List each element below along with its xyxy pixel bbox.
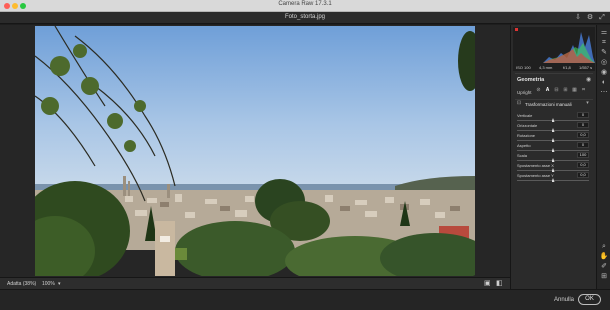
manual-transform-header[interactable]: Trasformazioni manuali — [525, 102, 572, 107]
shutter-readout: 1/557 s — [579, 65, 593, 70]
fit-zoom-button[interactable]: Adatta (38%) — [7, 280, 36, 288]
healing-icon[interactable]: ✎ — [599, 49, 609, 57]
slider-label: Verticale — [517, 113, 533, 118]
slider-value-input[interactable]: 0,0 — [577, 172, 589, 178]
ok-button[interactable]: OK — [578, 294, 601, 305]
dialog-footer: Annulla OK — [0, 289, 610, 310]
window-titlebar: Camera Raw 17.3.1 — [0, 0, 610, 12]
upright-label: Upright — [517, 90, 532, 95]
edit-icon[interactable]: ⚌ — [599, 29, 609, 37]
zoom-bar: Adatta (38%) 100% ▾ ▣ ◧ — [0, 277, 510, 289]
slider-value-input[interactable]: 100 — [577, 152, 589, 158]
upright-off-icon[interactable]: ⊘ — [535, 87, 542, 94]
slider-value-input[interactable]: 0 — [577, 122, 589, 128]
zoom-icon[interactable]: ⌕ — [599, 243, 609, 251]
save-icon[interactable]: ⇩ — [574, 14, 582, 22]
file-bar: Foto_storta.jpg ⇩ ⚙ ⤢ — [0, 12, 610, 24]
cancel-button[interactable]: Annulla — [554, 297, 574, 303]
zoom-dropdown-icon[interactable]: ▾ — [58, 280, 61, 288]
divider — [515, 73, 593, 74]
slider-label: Orizzontale — [517, 123, 538, 128]
histogram-graph — [543, 32, 595, 63]
slider-row: Spostamento asse Y 0,0 — [517, 172, 589, 183]
slider-value-input[interactable]: 0 — [577, 142, 589, 148]
aperture-readout: f/1,8 — [563, 65, 571, 70]
iso-readout: ISO 100 — [516, 65, 531, 70]
upright-auto-icon[interactable]: A — [544, 87, 551, 94]
transform-icon: ⊡ — [516, 100, 522, 106]
geometry-section-title[interactable]: Geometria — [517, 77, 544, 83]
upright-level-icon[interactable]: ⊟ — [553, 87, 560, 94]
slider-value-input[interactable]: 0,0 — [577, 162, 589, 168]
photo-preview[interactable] — [35, 26, 475, 276]
redeye-icon[interactable]: ◉ — [599, 69, 609, 77]
grid-icon[interactable]: ⊞ — [599, 273, 609, 281]
before-after-icon[interactable]: ◧ — [496, 280, 503, 288]
divider — [515, 99, 593, 100]
compare-icon[interactable]: ▣ — [484, 280, 491, 288]
edit-panel: ISO 100 4,3 mm f/1,8 1/557 s Geometria ◉… — [510, 25, 596, 289]
sampler-icon[interactable]: ✐ — [599, 263, 609, 271]
upright-guided-icon[interactable]: ⌗ — [580, 87, 587, 94]
mask-icon[interactable]: ◎ — [599, 59, 609, 67]
slider-label: Rotazione — [517, 133, 536, 138]
chevron-down-icon[interactable]: ▾ — [584, 100, 591, 107]
slider-label: Spostamento asse X — [517, 163, 554, 168]
app-title: Camera Raw 17.3.1 — [278, 1, 332, 7]
zoom-100-button[interactable]: 100% — [42, 280, 55, 288]
hand-icon[interactable]: ✋ — [599, 253, 609, 261]
crop-icon[interactable]: ⌗ — [599, 39, 609, 47]
barcelona-photo — [35, 26, 475, 276]
more-icon[interactable]: ⋯ — [599, 89, 609, 97]
image-canvas[interactable] — [0, 25, 510, 277]
slider-label: Spostamento asse Y — [517, 173, 554, 178]
histogram: ISO 100 4,3 mm f/1,8 1/557 s — [513, 27, 595, 71]
slider-value-input[interactable]: 0 — [577, 112, 589, 118]
presets-icon[interactable]: ◐ — [599, 79, 609, 87]
eye-icon[interactable]: ◉ — [586, 76, 591, 83]
upright-vertical-icon[interactable]: ⊞ — [562, 87, 569, 94]
slider-label: Aspetto — [517, 143, 531, 148]
focal-readout: 4,3 mm — [539, 65, 553, 70]
gear-icon[interactable]: ⚙ — [586, 14, 594, 22]
tool-strip: ⚌ ⌗ ✎ ◎ ◉ ◐ ⋯ ⌕ ✋ ✐ ⊞ — [596, 25, 610, 289]
slider-value-input[interactable]: 0,0 — [577, 132, 589, 138]
upright-full-icon[interactable]: ▦ — [571, 87, 578, 94]
expand-icon[interactable]: ⤢ — [598, 14, 606, 22]
file-title: Foto_storta.jpg — [284, 14, 326, 20]
slider-label: Scala — [517, 153, 528, 158]
